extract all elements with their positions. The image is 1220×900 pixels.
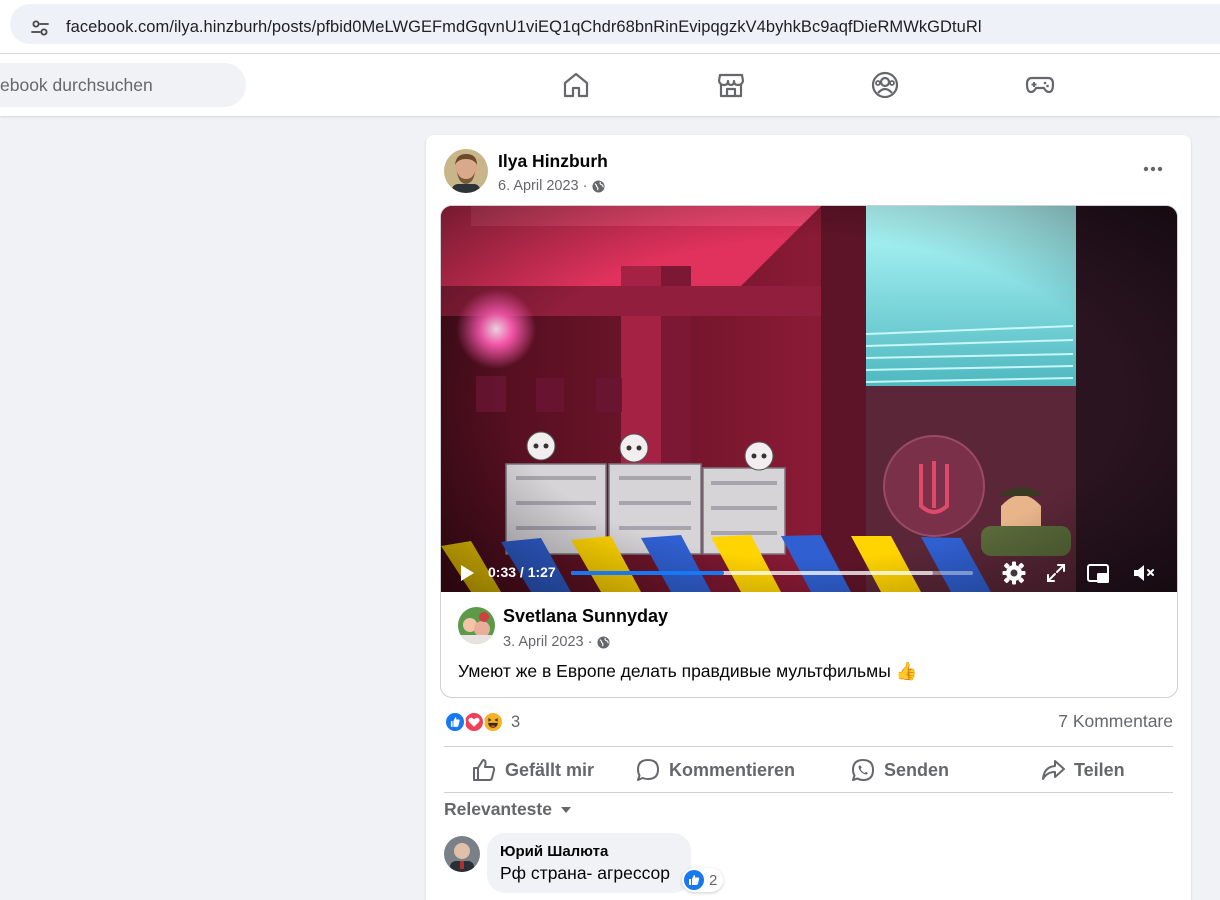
divider	[444, 746, 1173, 747]
shared-post[interactable]: 0:33 / 1:27 Svetlana Sunnyday 3. April 2…	[440, 205, 1178, 698]
video-time: 0:33 / 1:27	[488, 564, 556, 580]
comment-sort-dropdown[interactable]: Relevanteste	[444, 799, 572, 820]
site-info-icon[interactable]	[30, 18, 50, 38]
facebook-header: ebook durchsuchen	[0, 54, 1220, 116]
like-label: Gefällt mir	[505, 759, 595, 780]
author-avatar[interactable]	[444, 149, 488, 193]
post-card: Ilya Hinzburh 6. April 2023 · 0:33 / 1:2…	[426, 135, 1191, 900]
search-placeholder: ebook durchsuchen	[0, 75, 153, 95]
shared-meta: 3. April 2023 ·	[503, 634, 611, 650]
video-frame	[441, 206, 1177, 592]
share-arrow-icon	[1042, 760, 1065, 780]
caret-down-icon	[560, 806, 571, 813]
settings-gear-icon[interactable]	[1001, 560, 1027, 586]
play-icon[interactable]	[457, 562, 477, 584]
shared-date[interactable]: 3. April 2023 ·	[503, 634, 592, 650]
love-reaction-icon	[463, 711, 485, 733]
commenter-avatar[interactable]	[444, 836, 480, 872]
comment-label: Kommentieren	[669, 759, 796, 780]
marketplace-icon[interactable]	[716, 70, 746, 100]
groups-icon[interactable]	[870, 70, 900, 100]
video-controls: 0:33 / 1:27	[441, 554, 1177, 592]
fullscreen-icon[interactable]	[1043, 560, 1069, 586]
video-progress-fill	[571, 571, 724, 575]
url-field[interactable]: facebook.com/ilya.hinzburh/posts/pfbid0M…	[10, 4, 1220, 44]
comments-count[interactable]: 7 Kommentare	[1058, 711, 1173, 732]
shared-author-avatar[interactable]	[458, 607, 495, 644]
picture-in-picture-icon[interactable]	[1085, 560, 1111, 586]
globe-icon	[597, 635, 611, 649]
post-meta: 6. April 2023 ·	[498, 178, 606, 194]
gaming-icon[interactable]	[1025, 70, 1055, 100]
share-button[interactable]: Teilen	[1040, 755, 1125, 785]
more-options-icon[interactable]	[1140, 157, 1166, 181]
shared-post-text: Умеют же в Европе делать правдивые мульт…	[458, 661, 918, 681]
haha-reaction-icon	[482, 711, 504, 733]
video-progress-bar[interactable]	[571, 571, 973, 575]
like-reaction-icon	[444, 711, 466, 733]
comment-author[interactable]: Юрий Шалюта	[500, 843, 608, 860]
globe-icon	[592, 179, 606, 193]
muted-volume-icon[interactable]	[1131, 560, 1157, 586]
comment-button[interactable]: Kommentieren	[635, 755, 795, 785]
share-label: Teilen	[1074, 759, 1125, 780]
video-player[interactable]: 0:33 / 1:27	[441, 206, 1177, 592]
comment-like-count: 2	[709, 871, 718, 889]
home-icon[interactable]	[561, 70, 591, 100]
shared-author-name[interactable]: Svetlana Sunnyday	[503, 606, 668, 627]
reaction-summary[interactable]: 3	[444, 710, 520, 734]
thumbs-up-icon	[473, 759, 496, 781]
author-name[interactable]: Ilya Hinzburh	[498, 151, 608, 172]
divider	[444, 792, 1173, 793]
reaction-count: 3	[511, 712, 521, 731]
search-input[interactable]: ebook durchsuchen	[0, 63, 246, 107]
comment-bubble: Юрий Шалюта Рф страна- агрессор	[487, 833, 691, 893]
browser-address-bar: facebook.com/ilya.hinzburh/posts/pfbid0M…	[0, 0, 1220, 54]
comment-reaction-badge[interactable]: 2	[682, 868, 724, 892]
like-reaction-icon	[684, 870, 704, 890]
whatsapp-icon	[852, 759, 874, 781]
comment-bubble-icon	[637, 759, 659, 781]
url-text: facebook.com/ilya.hinzburh/posts/pfbid0M…	[66, 18, 982, 36]
post-date[interactable]: 6. April 2023 ·	[498, 178, 587, 194]
sort-label: Relevanteste	[444, 799, 552, 819]
comment-text: Рф страна- агрессор	[500, 863, 670, 883]
like-button[interactable]: Gefällt mir	[471, 755, 594, 785]
send-button[interactable]: Senden	[850, 755, 949, 785]
send-label: Senden	[884, 759, 950, 780]
